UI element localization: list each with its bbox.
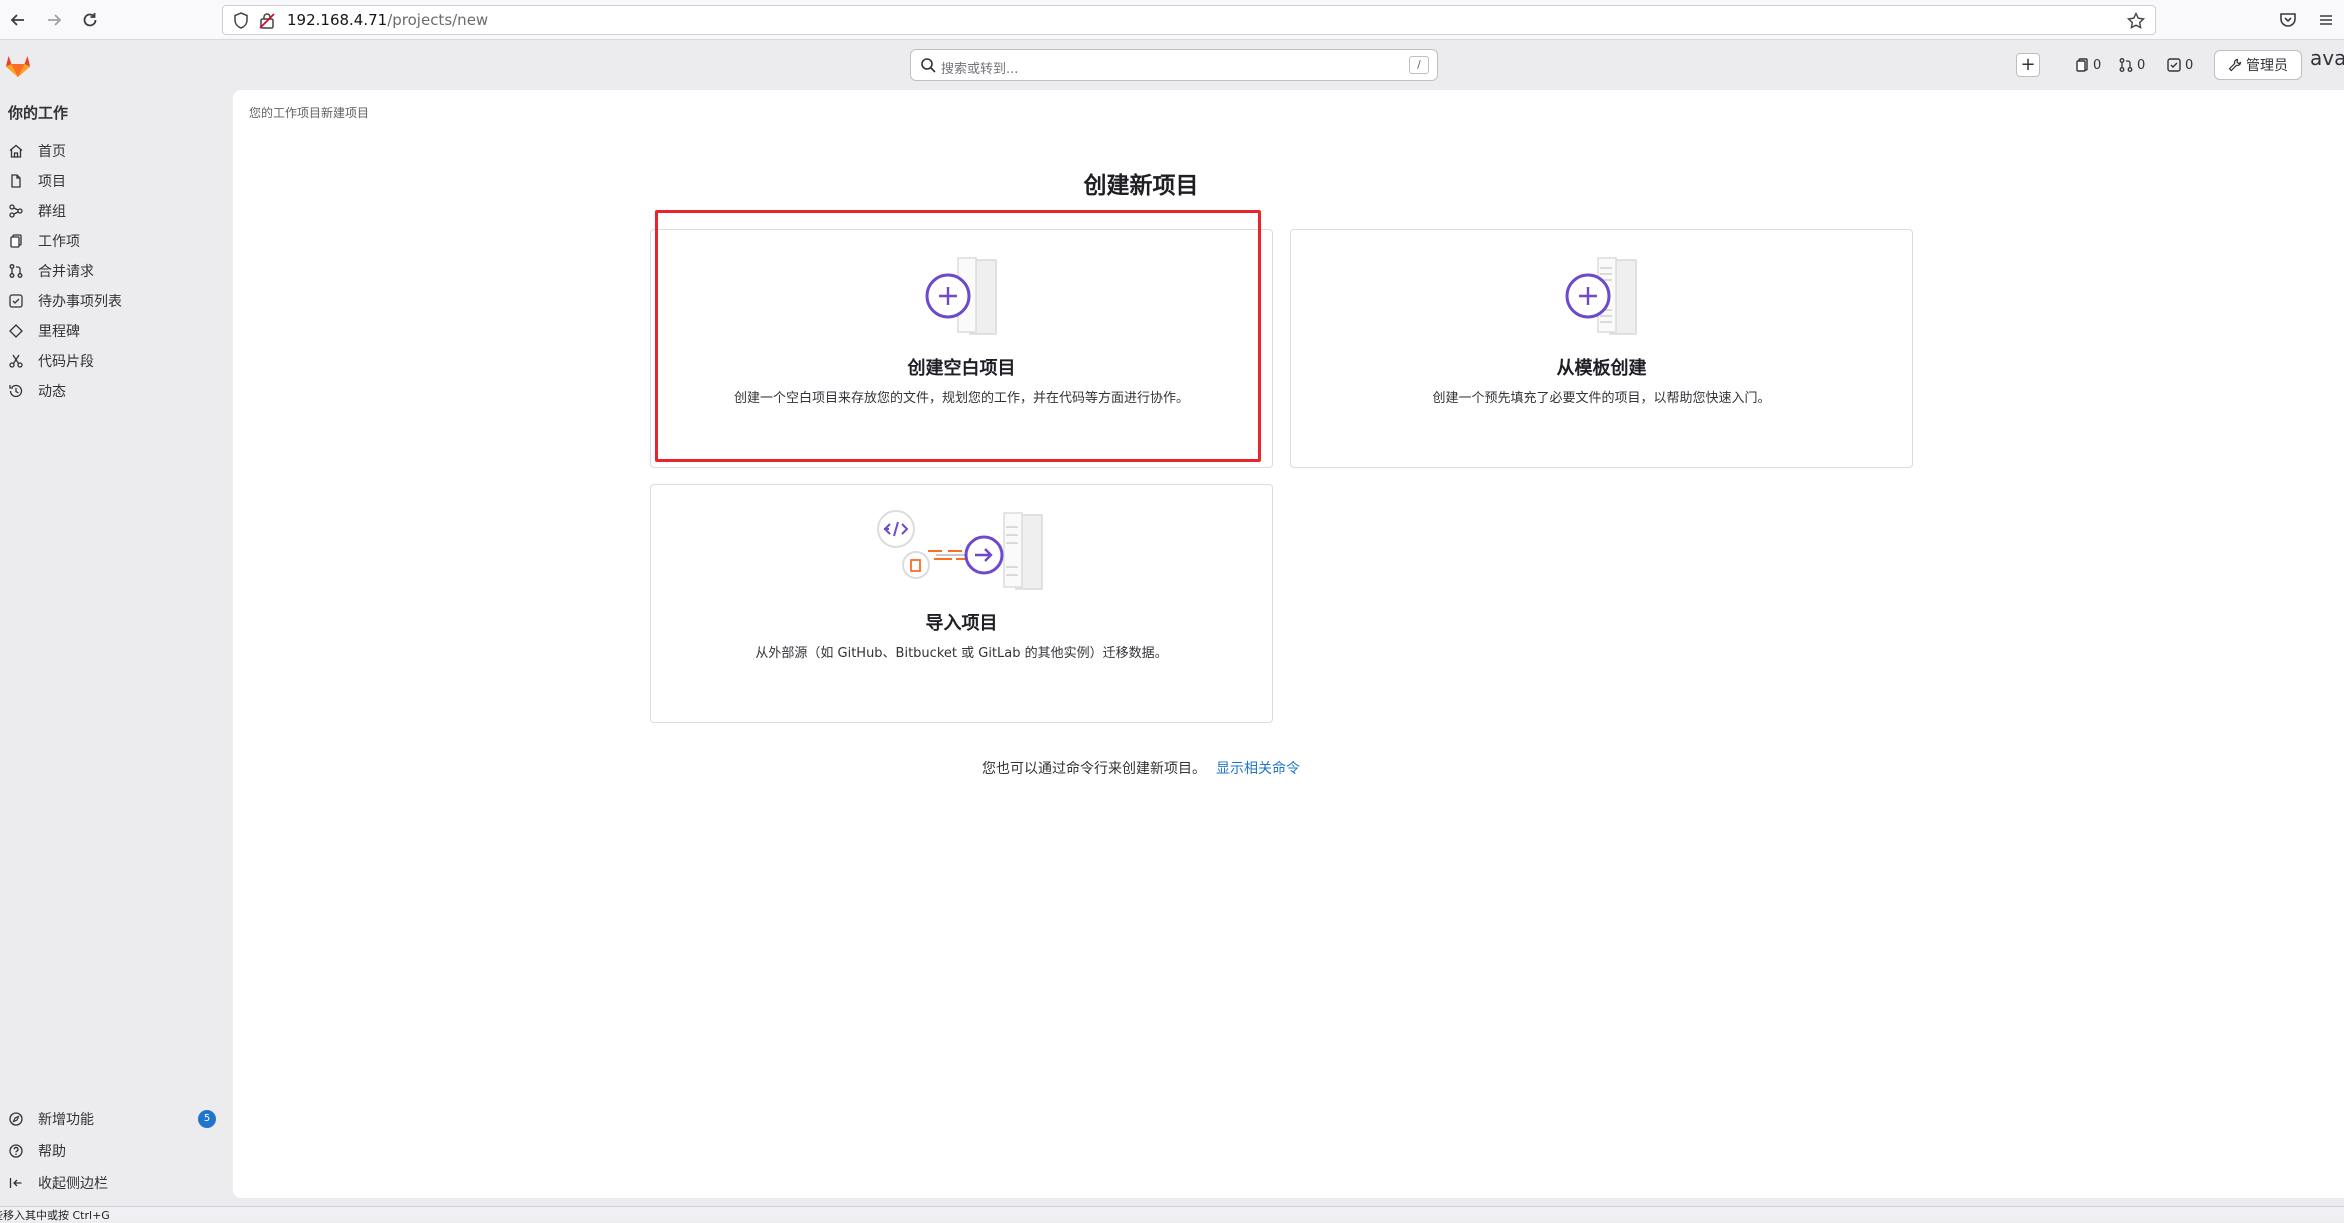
- collapse-sidebar-icon: [9, 1178, 22, 1188]
- sidebar-item-label: 代码片段: [38, 354, 94, 370]
- address-bar[interactable]: 192.168.4.71/projects/new: [222, 5, 2156, 35]
- url-host: 192.168.4.71: [287, 11, 388, 29]
- help-button[interactable]: 帮助: [0, 1135, 232, 1167]
- sidebar-item-activity[interactable]: 动态: [0, 376, 232, 406]
- sidebar-item-snippets[interactable]: 代码片段: [0, 346, 232, 376]
- activity-icon: [9, 384, 23, 398]
- search-placeholder: 搜索或转到...: [941, 62, 1019, 77]
- search-icon: [921, 58, 936, 73]
- menu-icon[interactable]: [2314, 8, 2338, 32]
- sidebar-bottom: 新增功能 5 帮助 收起侧边栏: [0, 1103, 232, 1199]
- search-shortcut-key: /: [1409, 56, 1429, 74]
- sidebar-item-work-items[interactable]: 工作项: [0, 226, 232, 256]
- forward-icon[interactable]: [42, 8, 66, 32]
- sidebar-item-merge-requests[interactable]: 合并请求: [0, 256, 232, 286]
- sidebar: 你的工作 首页 项目 群组 工作项 合并请求 待办事项列表 里程碑 代码片段 动…: [0, 90, 232, 1206]
- whats-new-label: 新增功能: [38, 1112, 94, 1128]
- sidebar-item-projects[interactable]: 项目: [0, 166, 232, 196]
- mr-count: 0: [2137, 57, 2146, 73]
- sidebar-item-label: 首页: [38, 144, 66, 160]
- card-description: 创建一个空白项目来存放您的文件，规划您的工作，并在代码等方面进行协作。: [733, 391, 1189, 406]
- create-from-template-card[interactable]: 从模板创建 创建一个预先填充了必要文件的项目，以帮助您快速入门。: [1290, 229, 1913, 468]
- compass-icon: [9, 1112, 23, 1126]
- main-content: 您的工作项目新建项目 创建新项目 创建空白项目 创建一个空白项目来存放您的文件，…: [233, 90, 2344, 1198]
- admin-label: 管理员: [2246, 58, 2288, 74]
- sidebar-item-label: 项目: [38, 174, 66, 190]
- gitlab-header: 搜索或转到... / + 0 0 0 管理员 ava: [0, 40, 2344, 90]
- project-icon: [11, 174, 21, 188]
- card-description: 创建一个预先填充了必要文件的项目，以帮助您快速入门。: [1432, 391, 1771, 406]
- command-line-note: 您也可以通过命令行来创建新项目。 显示相关命令: [233, 758, 2049, 778]
- url-path: /projects/new: [387, 11, 489, 29]
- merge-request-icon: [9, 264, 23, 278]
- snippet-icon: [9, 354, 23, 368]
- home-icon: [9, 144, 23, 158]
- sidebar-item-label: 待办事项列表: [38, 294, 122, 310]
- card-title: 从模板创建: [1556, 358, 1647, 379]
- template-project-illustration-icon: [1565, 257, 1637, 335]
- card-title: 创建空白项目: [907, 358, 1016, 379]
- global-search[interactable]: 搜索或转到... /: [910, 49, 1438, 81]
- import-project-illustration-icon: [876, 510, 1043, 590]
- cli-note-text: 您也可以通过命令行来创建新项目。: [982, 761, 1206, 777]
- sidebar-item-todos[interactable]: 待办事项列表: [0, 286, 232, 316]
- sidebar-item-label: 工作项: [38, 234, 80, 250]
- url-text: 192.168.4.71/projects/new: [287, 11, 488, 29]
- card-title: 导入项目: [925, 613, 998, 634]
- sidebar-item-groups[interactable]: 群组: [0, 196, 232, 226]
- import-project-card[interactable]: 导入项目 从外部源（如 GitHub、Bitbucket 或 GitLab 的其…: [650, 484, 1273, 723]
- merge-request-icon: [2119, 58, 2133, 72]
- sidebar-item-label: 里程碑: [38, 324, 80, 340]
- admin-wrench-icon: [2228, 58, 2242, 72]
- user-menu[interactable]: ava: [2310, 46, 2344, 70]
- sidebar-item-home[interactable]: 首页: [0, 136, 232, 166]
- create-new-button[interactable]: +: [2016, 53, 2040, 77]
- sidebar-item-milestones[interactable]: 里程碑: [0, 316, 232, 346]
- group-icon: [9, 204, 23, 218]
- shield-icon[interactable]: [233, 12, 249, 29]
- whats-new-count-badge: 5: [198, 1110, 216, 1128]
- todo-done-icon: [2167, 58, 2181, 72]
- merge-requests-counter[interactable]: 0: [2118, 54, 2145, 76]
- reload-icon[interactable]: [78, 8, 102, 32]
- issues-count: 0: [2093, 57, 2102, 73]
- sidebar-item-label: 动态: [38, 384, 66, 400]
- create-blank-project-card[interactable]: 创建空白项目 创建一个空白项目来存放您的文件，规划您的工作，并在代码等方面进行协…: [650, 229, 1273, 468]
- back-icon[interactable]: [6, 8, 30, 32]
- help-label: 帮助: [38, 1144, 66, 1160]
- card-description: 从外部源（如 GitHub、Bitbucket 或 GitLab 的其他实例）迁…: [755, 646, 1168, 661]
- work-items-icon: [10, 234, 22, 248]
- assigned-issues-counter[interactable]: 0: [2074, 54, 2101, 76]
- page-title: 创建新项目: [1083, 173, 1199, 199]
- milestone-icon: [9, 324, 23, 338]
- sidebar-title: 你的工作: [8, 104, 69, 122]
- status-bar: 些移入其中或按 Ctrl+G: [0, 1206, 2344, 1222]
- blank-project-illustration-icon: [925, 257, 997, 335]
- browser-toolbar: 192.168.4.71/projects/new: [0, 0, 2344, 40]
- sidebar-nav: 首页 项目 群组 工作项 合并请求 待办事项列表 里程碑 代码片段 动态: [0, 136, 232, 406]
- whats-new-button[interactable]: 新增功能 5: [0, 1103, 232, 1135]
- todos-counter[interactable]: 0: [2166, 54, 2193, 76]
- pocket-icon[interactable]: [2276, 8, 2300, 32]
- collapse-label: 收起侧边栏: [38, 1176, 108, 1192]
- collapse-sidebar-button[interactable]: 收起侧边栏: [0, 1167, 232, 1199]
- todo-icon: [9, 294, 23, 308]
- bookmark-star-icon[interactable]: [2127, 12, 2145, 30]
- gitlab-logo-icon[interactable]: [4, 52, 32, 80]
- todo-count: 0: [2185, 57, 2194, 73]
- breadcrumb[interactable]: 您的工作项目新建项目: [249, 104, 369, 121]
- show-commands-link[interactable]: 显示相关命令: [1216, 761, 1300, 777]
- sidebar-item-label: 群组: [38, 204, 66, 220]
- issues-icon: [2076, 58, 2088, 72]
- admin-area-button[interactable]: 管理员: [2214, 50, 2302, 80]
- sidebar-item-label: 合并请求: [38, 264, 94, 280]
- help-icon: [9, 1144, 23, 1158]
- insecure-lock-icon[interactable]: [259, 12, 275, 29]
